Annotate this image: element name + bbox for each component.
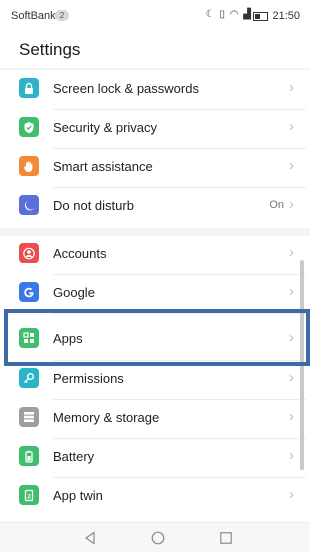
chevron-right-icon: ›: [289, 79, 294, 96]
chevron-right-icon: ›: [289, 118, 294, 135]
settings-item-accounts[interactable]: Accounts ›: [0, 236, 306, 275]
settings-item-security-privacy[interactable]: Security & privacy ›: [0, 110, 306, 149]
home-icon[interactable]: [149, 529, 167, 547]
settings-item-screen-lock[interactable]: Screen lock & passwords ›: [0, 71, 306, 110]
apps-grid-icon: [19, 328, 39, 348]
shield-icon: [19, 117, 39, 137]
settings-item-permissions[interactable]: Permissions ›: [0, 361, 306, 400]
carrier-name: SoftBank: [11, 10, 56, 22]
do-not-disturb-icon: ☾: [205, 9, 216, 20]
back-icon[interactable]: [81, 529, 99, 547]
row-divider: [53, 313, 306, 314]
app-twin-icon: 2: [19, 485, 39, 505]
battery-icon: [253, 12, 268, 21]
settings-item-app-twin[interactable]: 2 App twin ›: [0, 478, 306, 517]
navigation-bar: [0, 522, 310, 552]
item-label: Battery: [53, 449, 95, 464]
google-icon: [19, 282, 39, 302]
chevron-right-icon: ›: [289, 283, 294, 300]
settings-item-do-not-disturb[interactable]: Do not disturb On ›: [0, 188, 306, 227]
settings-item-smart-assistance[interactable]: Smart assistance ›: [0, 149, 306, 188]
chevron-right-icon: ›: [289, 486, 294, 503]
chevron-right-icon: ›: [289, 329, 294, 346]
vibrate-icon: ▯: [219, 9, 226, 20]
account-icon: [19, 243, 39, 263]
chevron-right-icon: ›: [289, 157, 294, 174]
wifi-icon: ◠: [229, 9, 240, 20]
page-title: Settings: [19, 40, 81, 59]
hand-icon: [19, 156, 39, 176]
chevron-right-icon: ›: [289, 369, 294, 386]
sim-badge: 2: [55, 10, 69, 21]
item-label: Apps: [53, 331, 83, 346]
settings-item-battery[interactable]: Battery ›: [0, 439, 306, 478]
recents-icon[interactable]: [217, 529, 235, 547]
settings-item-google[interactable]: Google ›: [0, 275, 306, 314]
chevron-right-icon: ›: [289, 196, 294, 213]
item-label: Security & privacy: [53, 120, 158, 135]
status-bar: SoftBank 2 ☾ ▯ ◠ ▟ 21:50: [0, 0, 310, 28]
settings-item-apps[interactable]: Apps ›: [0, 321, 306, 360]
chevron-right-icon: ›: [289, 244, 294, 261]
clock: 21:50: [272, 10, 300, 22]
scrollbar[interactable]: [300, 260, 304, 470]
item-label: Screen lock & passwords: [53, 81, 199, 96]
chevron-right-icon: ›: [289, 447, 294, 464]
item-label: Google: [53, 285, 95, 300]
signal-icon: ▟: [243, 9, 252, 20]
section-divider: [0, 228, 310, 236]
item-label: Permissions: [53, 371, 124, 386]
status-icons: ☾ ▯ ◠ ▟: [206, 9, 252, 20]
item-label: Accounts: [53, 246, 107, 261]
svg-text:2: 2: [27, 494, 31, 500]
settings-group-accounts: Accounts › Google › Apps › Permissions ›…: [0, 236, 310, 522]
settings-item-memory-storage[interactable]: Memory & storage ›: [0, 400, 306, 439]
lock-icon: [19, 78, 39, 98]
item-label: Memory & storage: [53, 410, 160, 425]
settings-group-security: Screen lock & passwords › Security & pri…: [0, 70, 310, 228]
key-icon: [19, 368, 39, 388]
item-label: Smart assistance: [53, 159, 153, 174]
moon-icon: [19, 195, 39, 215]
chevron-right-icon: ›: [289, 408, 294, 425]
item-label: Do not disturb: [53, 198, 134, 213]
item-value: On: [269, 199, 284, 211]
item-label: App twin: [53, 488, 103, 503]
storage-icon: [19, 407, 39, 427]
battery-icon: [19, 446, 39, 466]
